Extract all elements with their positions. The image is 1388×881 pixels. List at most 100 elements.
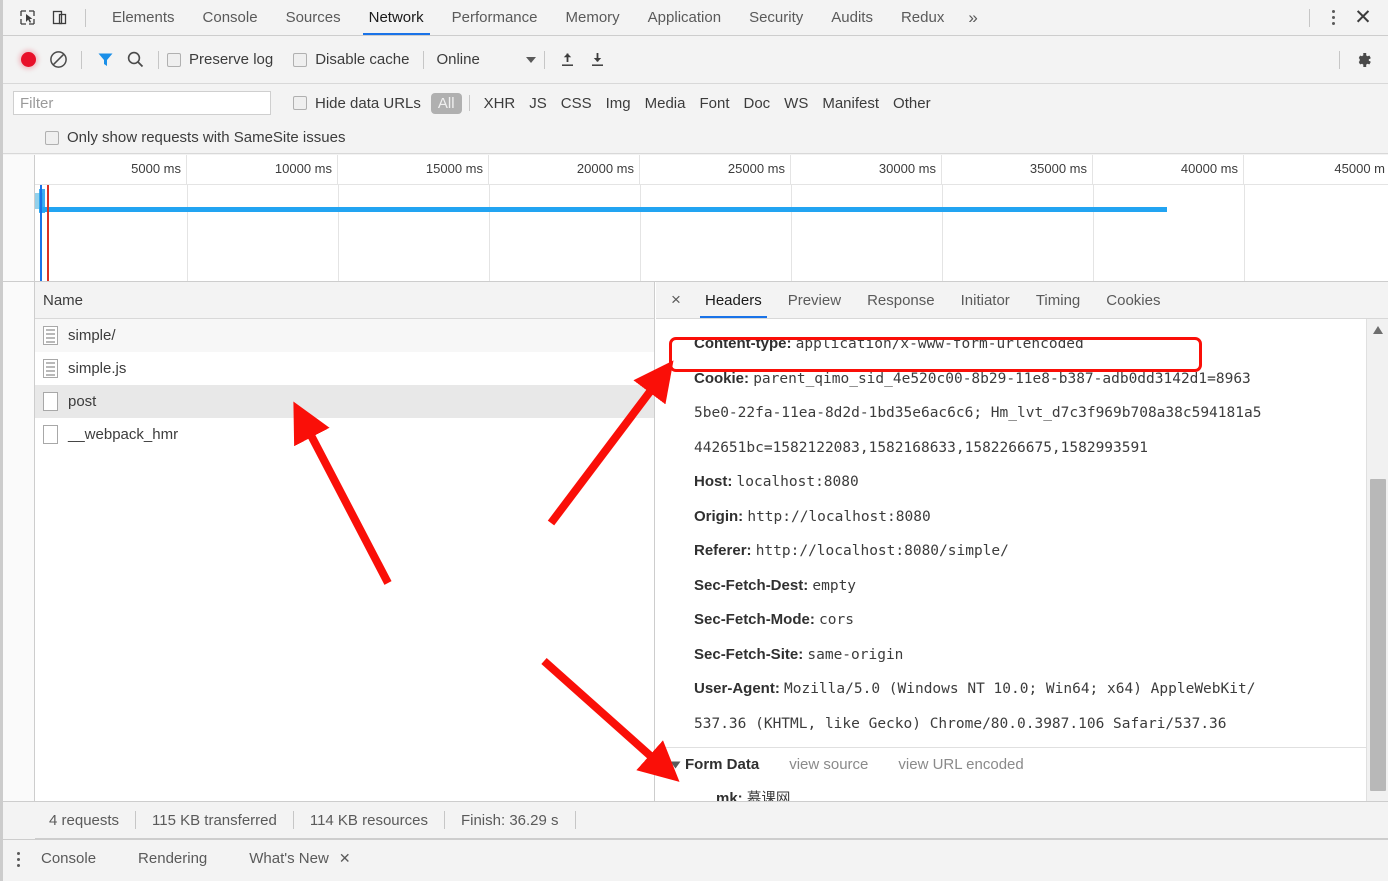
header-user-agent[interactable]: User-Agent: Mozilla/5.0 (Windows NT 10.0… [694,672,1366,707]
filter-input[interactable] [13,91,271,115]
chevron-down-icon[interactable] [670,761,681,769]
throttling-dropdown[interactable]: Online [432,51,536,68]
scrollbar-thumb[interactable] [1370,479,1386,791]
devtools-window: Elements Console Sources Network Perform… [0,0,1388,881]
record-button[interactable] [13,45,43,75]
network-overview[interactable]: 5000 ms 10000 ms 15000 ms 20000 ms 25000… [3,155,1388,282]
header-value: 5be0-22fa-11ea-8d2d-1bd35e6ac6c6; Hm_lvt… [694,405,1262,421]
request-row-simple-slash[interactable]: simple/ [35,319,654,352]
network-toolbar: Preserve log Disable cache Online [3,36,1388,84]
more-tabs-icon[interactable]: » [958,0,987,35]
toolbar-divider-2 [158,50,159,69]
tab-network[interactable]: Network [355,0,438,35]
tab-audits[interactable]: Audits [817,0,887,35]
header-name: Sec-Fetch-Site: [694,645,804,663]
device-toolbar-icon[interactable] [45,5,73,31]
header-value: cors [819,612,854,628]
view-url-encoded-link[interactable]: view URL encoded [898,748,1023,782]
tab-redux[interactable]: Redux [887,0,958,35]
type-filter-js[interactable]: JS [522,93,554,114]
type-filter-other[interactable]: Other [886,93,938,114]
filter-button[interactable] [90,45,120,75]
drawer-close-icon[interactable]: ✕ [339,850,351,867]
type-filter-xhr[interactable]: XHR [477,93,523,114]
filter-bar: Hide data URLs All XHR JS CSS Img Media … [3,84,1388,122]
overview-tick: 25000 ms [640,155,791,185]
request-name: simple.js [68,359,127,377]
detail-close-icon[interactable]: × [660,282,692,318]
tab-headers[interactable]: Headers [692,282,775,318]
close-icon[interactable]: ✕ [1348,5,1378,31]
type-filter-all[interactable]: All [430,92,462,114]
tab-console[interactable]: Console [189,0,272,35]
clear-button[interactable] [43,45,73,75]
tab-security[interactable]: Security [735,0,817,35]
search-button[interactable] [120,45,150,75]
column-header-name: Name [43,291,84,309]
drawer-tab-whats-new[interactable]: What's New [249,850,329,867]
tab-performance[interactable]: Performance [438,0,552,35]
tab-elements[interactable]: Elements [98,0,189,35]
export-har-icon[interactable] [583,45,613,75]
hide-data-urls-checkbox[interactable] [293,96,307,110]
hide-data-urls-control[interactable]: Hide data URLs [293,95,421,112]
type-filter-doc[interactable]: Doc [736,93,777,114]
tab-application[interactable]: Application [634,0,735,35]
form-data-section-header[interactable]: Form Data view source view URL encoded [670,748,1366,782]
request-row-webpack-hmr[interactable]: __webpack_hmr [35,418,654,451]
drawer-menu-icon[interactable] [17,852,20,867]
type-filter-img[interactable]: Img [599,93,638,114]
type-filter-font[interactable]: Font [692,93,736,114]
import-har-icon[interactable] [553,45,583,75]
drawer-tab-console[interactable]: Console [41,850,96,867]
inspect-cursor-icon[interactable] [13,5,41,31]
network-status-bar: 4 requests 115 KB transferred 114 KB res… [35,801,1388,839]
request-row-post[interactable]: post [35,385,654,418]
more-tabs-label: » [968,7,978,27]
drawer-tab-rendering[interactable]: Rendering [138,850,207,867]
detail-scrollbar[interactable] [1366,319,1388,817]
header-referer[interactable]: Referer: http://localhost:8080/simple/ [694,534,1366,569]
request-row-simple-js[interactable]: simple.js [35,352,654,385]
header-value: http://localhost:8080/simple/ [755,543,1009,559]
disable-cache-checkbox[interactable] [293,52,308,67]
overview-body [35,185,1388,281]
detail-tab-label: Headers [705,291,762,309]
tab-response[interactable]: Response [854,282,948,318]
request-name: simple/ [68,326,116,344]
type-filter-css[interactable]: CSS [554,93,599,114]
view-source-link[interactable]: view source [789,748,868,782]
type-filter-manifest[interactable]: Manifest [815,93,886,114]
scroll-up-arrow-icon[interactable] [1367,319,1388,341]
overview-ruler: 5000 ms 10000 ms 15000 ms 20000 ms 25000… [35,155,1388,185]
overview-left-gutter [3,155,35,281]
header-origin[interactable]: Origin: http://localhost:8080 [694,500,1366,535]
type-filter-media[interactable]: Media [638,93,693,114]
header-sec-fetch-mode[interactable]: Sec-Fetch-Mode: cors [694,603,1366,638]
header-name: Sec-Fetch-Dest: [694,576,809,594]
tab-label: Elements [112,9,175,26]
tab-timing[interactable]: Timing [1023,282,1093,318]
overview-request-bar [39,207,1167,212]
header-host[interactable]: Host: localhost:8080 [694,465,1366,500]
header-sec-fetch-site[interactable]: Sec-Fetch-Site: same-origin [694,638,1366,673]
gear-icon[interactable] [1348,45,1378,75]
tab-initiator[interactable]: Initiator [948,282,1023,318]
tab-sources[interactable]: Sources [272,0,355,35]
type-filter-ws[interactable]: WS [777,93,815,114]
blank-document-icon [43,424,58,444]
samesite-checkbox[interactable] [45,130,59,145]
detail-tab-label: Initiator [960,291,1010,309]
left-gutter [3,282,35,817]
drawer-tabbar: Console Rendering What's New ✕ [3,839,1388,881]
header-sec-fetch-dest[interactable]: Sec-Fetch-Dest: empty [694,569,1366,604]
overview-tick: 30000 ms [791,155,942,185]
preserve-log-control[interactable]: Preserve log [167,51,273,68]
preserve-log-checkbox[interactable] [167,52,181,67]
tab-preview[interactable]: Preview [775,282,854,318]
throttling-value: Online [436,51,480,68]
vertical-dots-icon[interactable] [1320,5,1346,31]
tab-cookies[interactable]: Cookies [1093,282,1173,318]
disable-cache-control[interactable]: Disable cache [293,51,409,68]
tab-memory[interactable]: Memory [552,0,634,35]
